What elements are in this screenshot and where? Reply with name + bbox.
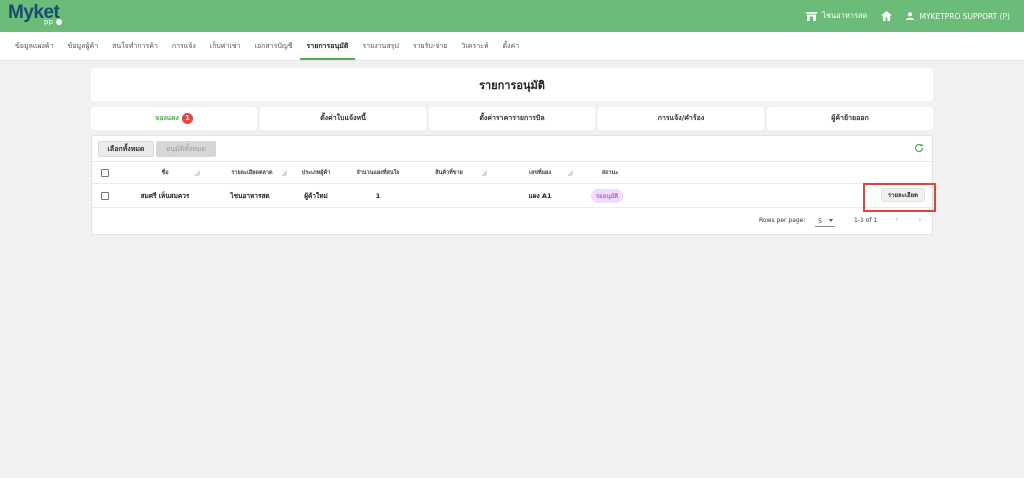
tab-stall-info[interactable]: ข้อมูลแผงค้า xyxy=(8,32,61,60)
highlight-annotation xyxy=(863,183,936,212)
header-status: สถานะ xyxy=(601,169,619,176)
rows-per-page-label: Rows per page: xyxy=(759,217,806,224)
cell-stall-no: แผง A1 xyxy=(528,191,552,200)
subtab-vendor-moveout[interactable]: ผู้ค้าย้ายออก xyxy=(767,107,933,130)
rows-per-page-select[interactable]: 5 xyxy=(815,215,835,227)
header-market: รายละเอียดตลาด xyxy=(231,169,273,176)
market-selector[interactable]: ไชนอาหารสด xyxy=(806,10,867,22)
header-stall-no: เลขที่แผง xyxy=(528,169,552,176)
market-name: ไชนอาหารสด xyxy=(822,11,868,20)
header-stall-count: จำนวนแผงที่สนใจ xyxy=(356,169,400,176)
tab-notifications[interactable]: การแจ้ง xyxy=(165,32,203,60)
resize-icon[interactable] xyxy=(282,171,287,176)
tab-settings[interactable]: ตั้งค่า xyxy=(496,32,527,60)
chevron-down-icon xyxy=(829,219,833,222)
header-vendor-type: ประเภทผู้ค้า xyxy=(301,169,331,176)
header-products: สินค้าที่ขาย xyxy=(435,169,463,176)
approval-table-card: เลือกทั้งหมด อนุมัติทั้งหมด ชื่อ รายละเอ… xyxy=(91,135,933,235)
subtab-stall-booking[interactable]: จองแผง 1 xyxy=(91,107,257,130)
pagination: Rows per page: 5 1-1 of 1 ‹ › xyxy=(92,210,932,232)
tab-accounting-docs[interactable]: เอกสารบัญชี xyxy=(248,32,300,60)
tab-vendor-info[interactable]: ข้อมูลผู้ค้า xyxy=(61,32,106,60)
top-right-menu: ไชนอาหารสด MYKETPRO SUPPORT (P) xyxy=(806,0,1010,32)
tab-analytics[interactable]: วิเคราะห์ xyxy=(454,32,495,60)
tab-approvals[interactable]: รายการอนุมัติ xyxy=(299,32,356,60)
resize-icon[interactable] xyxy=(195,171,200,176)
chevron-right-icon[interactable]: › xyxy=(918,215,922,225)
rows-per-page-value: 5 xyxy=(818,216,823,225)
tab-income-expense[interactable]: รายรับ-จ่าย xyxy=(406,32,455,60)
top-app-bar: Myket pp ไชนอาหารสด MYKETPRO SUPPORT (P) xyxy=(0,0,1024,32)
myket-logo[interactable]: Myket pp xyxy=(8,2,70,28)
select-all-checkbox[interactable] xyxy=(101,168,109,177)
cell-market: ไชนอาหารสด xyxy=(230,191,270,200)
refresh-icon[interactable] xyxy=(914,143,924,153)
cell-name: สมศรี เห็นสมควร xyxy=(140,191,190,200)
subtab-label: จองแผง xyxy=(155,114,179,122)
tab-rent-collection[interactable]: เก็บค่าเช่า xyxy=(203,32,248,60)
table-row: สมศรี เห็นสมควร ไชนอาหารสด ผู้ค้าใหม่ 1 … xyxy=(92,184,932,208)
resize-icon[interactable] xyxy=(568,171,573,176)
tab-interested[interactable]: สนใจทำการค้า xyxy=(105,32,165,60)
subtab-requests[interactable]: การแจ้ง/คำร้อง xyxy=(598,107,764,130)
logo-dot-icon xyxy=(56,19,62,25)
cell-products xyxy=(414,184,484,207)
subtab-bill-price-settings[interactable]: ตั้งค่าราคารายการบิล xyxy=(429,107,595,130)
status-badge: รออนุมัติ xyxy=(590,188,624,203)
table-header: ชื่อ รายละเอียดตลาด ประเภทผู้ค้า จำนวนแผ… xyxy=(92,161,932,184)
cell-vendor-type: ผู้ค้าใหม่ xyxy=(304,191,328,200)
approve-all-button[interactable]: อนุมัติทั้งหมด xyxy=(156,141,216,157)
count-badge: 1 xyxy=(181,113,193,124)
logo-subtext: pp xyxy=(44,18,53,26)
tab-summary-report[interactable]: รายงานสรุป xyxy=(355,32,405,60)
header-name: ชื่อ xyxy=(161,169,169,176)
page-range: 1-1 of 1 xyxy=(854,217,878,224)
main-nav: ข้อมูลแผงค้า ข้อมูลผู้ค้า สนใจทำการค้า ก… xyxy=(0,32,1024,61)
row-checkbox[interactable] xyxy=(101,191,109,200)
resize-icon[interactable] xyxy=(482,171,487,176)
user-name: MYKETPRO SUPPORT (P) xyxy=(919,11,1010,21)
page-title: รายการอนุมัติ xyxy=(91,68,933,101)
store-icon xyxy=(806,11,818,21)
home-icon[interactable] xyxy=(881,11,893,21)
select-all-button[interactable]: เลือกทั้งหมด xyxy=(98,141,154,157)
cell-stall-count: 1 xyxy=(375,191,381,200)
user-icon xyxy=(906,12,915,20)
chevron-left-icon[interactable]: ‹ xyxy=(895,215,899,225)
subtab-invoice-settings[interactable]: ตั้งค่าใบแจ้งหนี้ xyxy=(260,107,426,130)
user-menu[interactable]: MYKETPRO SUPPORT (P) xyxy=(906,12,1010,21)
